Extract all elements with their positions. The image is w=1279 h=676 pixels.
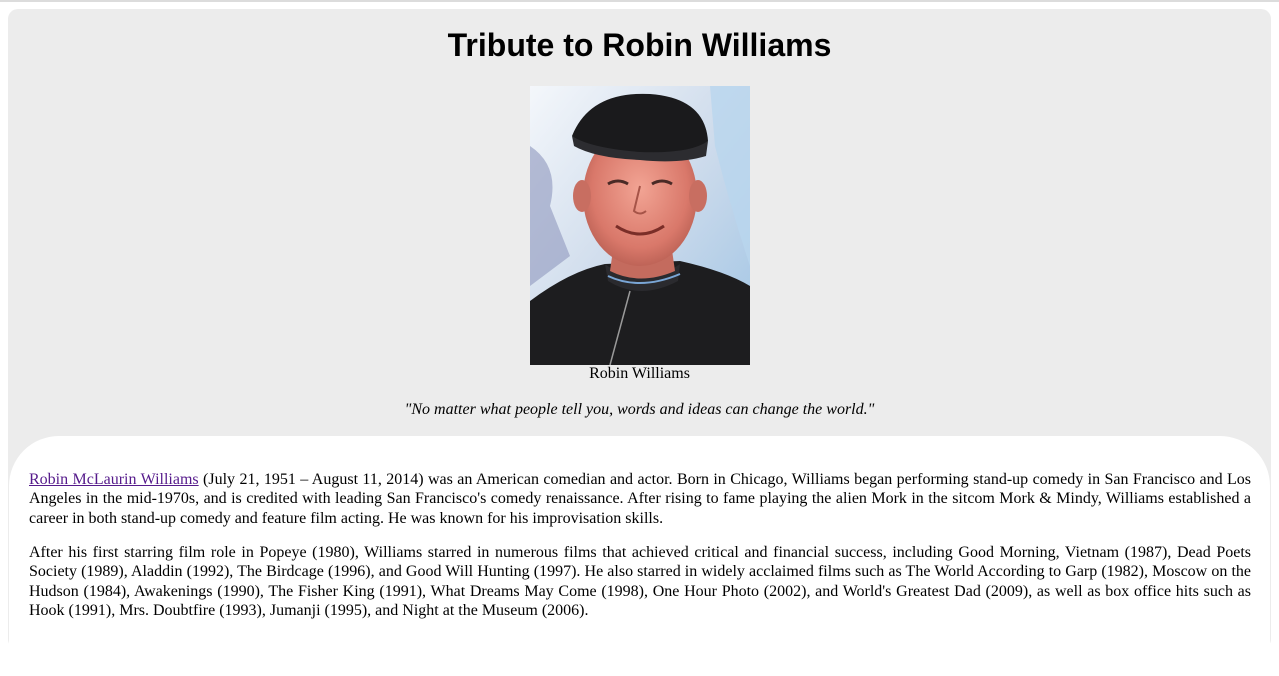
portrait-caption: Robin Williams bbox=[589, 365, 690, 382]
portrait-image bbox=[530, 86, 750, 365]
bio-paragraph-1-text: (July 21, 1951 – August 11, 2014) was an… bbox=[29, 471, 1251, 527]
top-border-line bbox=[0, 0, 1279, 2]
bio-paragraph-2: After his first starring film role in Po… bbox=[29, 544, 1251, 620]
tribute-quote: "No matter what people tell you, words a… bbox=[404, 401, 875, 418]
tribute-main-container: Tribute to Robin Williams Robin Williams… bbox=[8, 9, 1271, 676]
page-title: Tribute to Robin Williams bbox=[447, 27, 832, 63]
portrait-illustration bbox=[530, 86, 750, 365]
wikipedia-link[interactable]: Robin McLaurin Williams bbox=[29, 471, 199, 488]
biography-card: Robin McLaurin Williams (July 21, 1951 –… bbox=[9, 436, 1270, 676]
bio-paragraph-1: Robin McLaurin Williams (July 21, 1951 –… bbox=[29, 470, 1251, 528]
